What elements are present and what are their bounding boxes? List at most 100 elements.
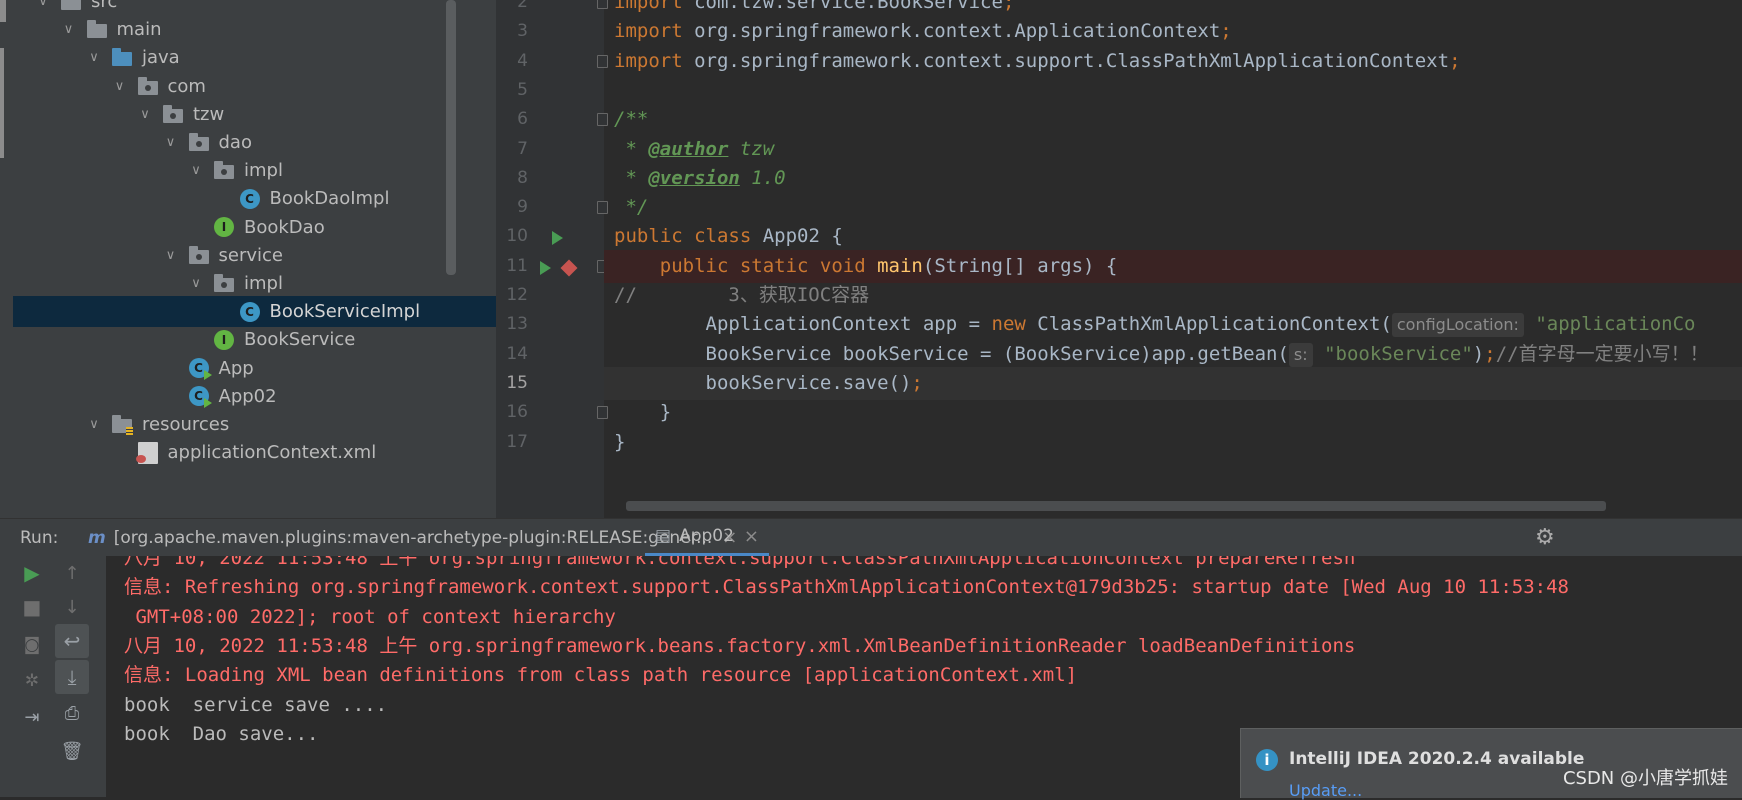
code-token: (String[] args) { bbox=[922, 254, 1118, 277]
chevron-down-icon[interactable]: ∨ bbox=[136, 107, 154, 122]
code-line[interactable]: } bbox=[614, 426, 1742, 459]
gear-icon[interactable]: ⚙ bbox=[1535, 519, 1555, 556]
code-line[interactable]: import org.springframework.context.Appli… bbox=[614, 15, 1742, 48]
tree-item-app02[interactable]: ∨CApp02 bbox=[13, 381, 496, 412]
tree-item-label: applicationContext.xml bbox=[167, 442, 377, 464]
tree-item-bookservice[interactable]: ∨IBookService bbox=[13, 324, 496, 355]
tree-item-resources[interactable]: ∨ resources bbox=[13, 409, 496, 440]
line-number: 8 bbox=[517, 167, 528, 188]
breakpoint-icon[interactable] bbox=[560, 259, 578, 277]
code-token: @author bbox=[648, 137, 729, 160]
code-token: new bbox=[991, 313, 1038, 336]
fold-marker-icon[interactable] bbox=[597, 0, 608, 9]
console-line: GMT+08:00 2022]; root of context hierarc… bbox=[124, 606, 616, 628]
package-icon bbox=[162, 103, 184, 125]
tree-item-dao[interactable]: ∨ dao bbox=[13, 127, 496, 158]
code-token: "bookService" bbox=[1312, 342, 1473, 365]
chevron-down-icon[interactable]: ∨ bbox=[85, 50, 103, 65]
chevron-down-icon[interactable]: ∨ bbox=[187, 276, 205, 291]
tree-item-bookdaoimpl[interactable]: ∨CBookDaoImpl bbox=[13, 183, 496, 214]
camera-icon[interactable]: ◙ bbox=[15, 628, 49, 662]
rerun-icon[interactable]: ▶ bbox=[15, 556, 49, 590]
chevron-down-icon[interactable]: ∨ bbox=[111, 79, 129, 94]
code-line[interactable]: // 3、获取IOC容器 bbox=[614, 279, 1742, 312]
code-token: 1.0 bbox=[739, 166, 786, 189]
fold-marker-icon[interactable] bbox=[597, 113, 608, 127]
structure-tool-tab[interactable] bbox=[0, 48, 4, 158]
code-line[interactable]: bookService.save(); bbox=[604, 366, 1742, 400]
tree-item-label: BookService bbox=[244, 329, 356, 351]
tree-item-bookserviceimpl[interactable]: ∨CBookServiceImpl bbox=[13, 296, 496, 328]
chevron-down-icon[interactable]: ∨ bbox=[162, 135, 180, 150]
tree-item-label: impl bbox=[244, 160, 283, 182]
code-line[interactable]: */ bbox=[614, 191, 1742, 224]
line-number: 6 bbox=[517, 109, 528, 130]
code-line[interactable]: } bbox=[614, 396, 1742, 429]
tree-item-label: src bbox=[91, 0, 118, 12]
code-editor[interactable]: 2 3 4 5 6 7 8 9 10 11 12 13 14 15 16 17 import com.tzw.… bbox=[496, 0, 1742, 518]
project-scrollbar[interactable] bbox=[446, 0, 456, 275]
run-gutter-icon[interactable] bbox=[552, 231, 563, 246]
code-line[interactable]: ApplicationContext app = new ClassPathXm… bbox=[614, 308, 1742, 341]
fold-marker-icon[interactable] bbox=[597, 54, 608, 68]
chevron-down-icon[interactable]: ∨ bbox=[34, 0, 52, 9]
resources-folder-icon bbox=[111, 414, 133, 436]
tree-item-main[interactable]: ∨ main bbox=[13, 14, 496, 45]
tree-item-applicationcontext-xml[interactable]: ∨applicationContext.xml bbox=[13, 437, 496, 468]
line-number: 9 bbox=[517, 197, 528, 218]
tree-item-label: impl bbox=[244, 273, 283, 294]
info-icon: i bbox=[1256, 749, 1278, 771]
arrow-down-icon[interactable]: ↓ bbox=[55, 590, 89, 624]
soft-wrap-icon[interactable]: ↩ bbox=[55, 624, 89, 658]
tree-item-java[interactable]: ∨ java bbox=[13, 42, 496, 73]
scroll-to-end-icon[interactable]: ⤓ bbox=[55, 660, 89, 694]
trash-icon[interactable]: 🗑 bbox=[55, 734, 89, 768]
tree-item-bookdao[interactable]: ∨IBookDao bbox=[13, 212, 496, 243]
console-line: book service save .... bbox=[124, 694, 388, 716]
tree-item-app[interactable]: ∨CApp bbox=[13, 353, 496, 384]
fold-marker-icon[interactable] bbox=[597, 406, 608, 420]
code-token: org.springframework.context.support.Clas… bbox=[694, 49, 1450, 72]
code-token: com.tzw.service.BookService bbox=[694, 0, 1003, 13]
tree-item-label: App bbox=[218, 357, 254, 379]
chevron-down-icon[interactable]: ∨ bbox=[162, 248, 180, 263]
print-icon[interactable]: ⎙ bbox=[55, 696, 89, 730]
code-line[interactable]: BookService bookService = (BookService)a… bbox=[614, 338, 1742, 371]
tree-item-label: resources bbox=[142, 414, 230, 435]
code-token: BookService bookService = (BookService)a… bbox=[614, 342, 1289, 365]
chevron-down-icon[interactable]: ∨ bbox=[60, 22, 78, 37]
arrow-up-icon[interactable]: ↑ bbox=[55, 556, 89, 590]
code-line[interactable]: * @version 1.0 bbox=[614, 162, 1742, 195]
code-token: import bbox=[614, 0, 695, 13]
line-number: 3 bbox=[517, 21, 528, 42]
tree-item-impl[interactable]: ∨ impl bbox=[13, 268, 496, 299]
code-token: //首字母一定要小写！！ bbox=[1495, 342, 1709, 365]
code-token: ; bbox=[1449, 49, 1461, 72]
tree-item-com[interactable]: ∨ com bbox=[13, 71, 496, 102]
code-line[interactable]: * @author tzw bbox=[614, 133, 1742, 166]
code-line[interactable]: public static void main(String[] args) { bbox=[604, 249, 1742, 283]
tree-item-service[interactable]: ∨ service bbox=[13, 240, 496, 271]
exit-icon[interactable]: ⇥ bbox=[15, 700, 49, 734]
console-icon: ▤ bbox=[655, 526, 672, 546]
run-tab-app02[interactable]: ▤ App02 × bbox=[645, 519, 769, 556]
console-line: 八月 10, 2022 11:53:48 上午 org.springframew… bbox=[124, 635, 1356, 657]
update-link[interactable]: Update... bbox=[1289, 781, 1362, 800]
close-icon[interactable]: × bbox=[744, 526, 759, 547]
horizontal-scrollbar[interactable] bbox=[626, 501, 1606, 511]
debug-settings-icon[interactable]: ✲ bbox=[15, 664, 49, 698]
run-tab-label: App02 bbox=[679, 526, 734, 546]
run-gutter-icon[interactable] bbox=[540, 260, 551, 275]
code-line[interactable]: /** bbox=[614, 103, 1742, 136]
code-line[interactable]: import org.springframework.context.suppo… bbox=[614, 45, 1742, 78]
code-token: * bbox=[614, 166, 649, 189]
tree-item-impl[interactable]: ∨ impl bbox=[13, 155, 496, 186]
chevron-down-icon[interactable]: ∨ bbox=[187, 163, 205, 178]
code-line[interactable]: public class App02 { bbox=[614, 220, 1742, 253]
chevron-down-icon[interactable]: ∨ bbox=[85, 417, 103, 432]
fold-marker-icon[interactable] bbox=[597, 201, 608, 215]
code-line[interactable] bbox=[614, 74, 1742, 107]
stop-icon[interactable]: ■ bbox=[15, 590, 49, 624]
tree-item-tzw[interactable]: ∨ tzw bbox=[13, 99, 496, 130]
project-tool-tab[interactable] bbox=[0, 0, 6, 22]
